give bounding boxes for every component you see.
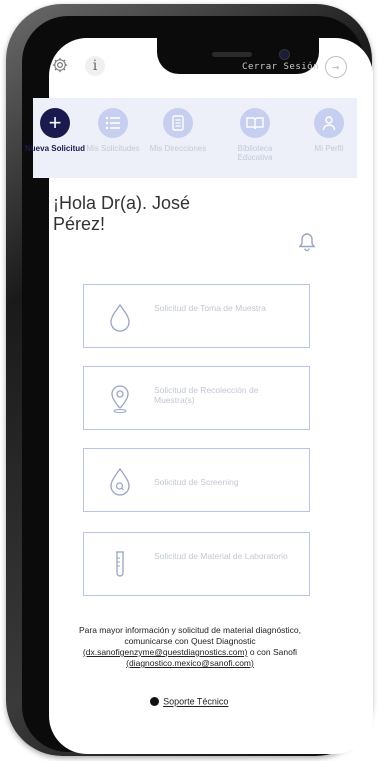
- logout-label: Cerrar Sesión: [242, 62, 319, 72]
- quest-email-link[interactable]: (dx.sanofigenzyme@questdiagnostics.com): [83, 647, 248, 657]
- drop-icon: [106, 302, 134, 332]
- card-recoleccion-de-muestra[interactable]: Solicitud de Recolección de Muestra(s): [83, 366, 310, 430]
- contact-info: Para mayor información y solicitud de ma…: [20, 625, 360, 669]
- card-label: Solicitud de Recolección de Muestra(s): [154, 385, 259, 405]
- top-navigation: + Nueva Solicitud Mis Solicitudes Mis Di…: [25, 98, 359, 178]
- test-tube-icon: [106, 550, 134, 580]
- gear-icon[interactable]: [51, 56, 69, 74]
- nav-label: Mis Direcciones: [149, 144, 207, 153]
- nav-label: Mi Perfil: [314, 144, 344, 153]
- bell-icon[interactable]: [298, 232, 316, 252]
- info-icon[interactable]: i: [85, 56, 105, 76]
- location-pin-icon: [106, 384, 134, 414]
- card-screening[interactable]: Solicitud de Screening: [83, 448, 310, 512]
- nav-item-mis-direcciones[interactable]: Mis Direcciones: [148, 108, 208, 153]
- document-icon: [163, 108, 193, 138]
- logout-icon: →: [325, 56, 347, 78]
- nav-item-mis-solicitudes[interactable]: Mis Solicitudes: [83, 108, 143, 153]
- footer-line-1: Para mayor información y solicitud de ma…: [78, 625, 302, 635]
- plus-icon: +: [40, 108, 70, 138]
- nav-label: Mis Solicitudes: [86, 144, 140, 153]
- support-link[interactable]: Soporte Técnico: [163, 697, 228, 707]
- card-label: Solicitud de Screening: [154, 477, 239, 487]
- footer-line-4: (diagnostico.mexico@sanofi.com): [20, 658, 360, 669]
- footer-line-3: (dx.sanofigenzyme@questdiagnostics.com) …: [20, 647, 360, 658]
- sanofi-email-link[interactable]: (diagnostico.mexico@sanofi.com): [126, 658, 254, 668]
- logout-button[interactable]: Cerrar Sesión →: [242, 56, 347, 78]
- nav-item-biblioteca-educativa[interactable]: Biblioteca Educativa: [225, 108, 285, 162]
- nav-item-mi-perfil[interactable]: Mi Perfil: [299, 108, 359, 153]
- footer-line-2: comunicarse con Quest Diagnostic: [124, 636, 256, 646]
- nav-label: Biblioteca Educativa: [237, 144, 273, 162]
- footer-connector: o con Sanofi: [247, 647, 298, 657]
- whatsapp-icon: [149, 697, 159, 707]
- drop-search-icon: [106, 466, 134, 496]
- nav-item-nueva-solicitud[interactable]: + Nueva Solicitud: [25, 108, 85, 153]
- user-icon: [314, 108, 344, 138]
- card-label: Solicitud de Material de Laboratorio: [154, 551, 288, 561]
- list-icon: [98, 108, 128, 138]
- card-material-de-laboratorio[interactable]: Solicitud de Material de Laboratorio: [83, 532, 310, 596]
- support-row: Soporte Técnico: [0, 696, 378, 707]
- book-icon: [240, 108, 270, 138]
- top-bar: i Cerrar Sesión →: [33, 26, 357, 98]
- card-toma-de-muestra[interactable]: Solicitud de Toma de Muestra: [83, 284, 310, 348]
- card-label: Solicitud de Toma de Muestra: [154, 303, 266, 313]
- greeting-heading: ¡Hola Dr(a). José Pérez!: [53, 193, 191, 234]
- nav-label: Nueva Solicitud: [25, 144, 86, 153]
